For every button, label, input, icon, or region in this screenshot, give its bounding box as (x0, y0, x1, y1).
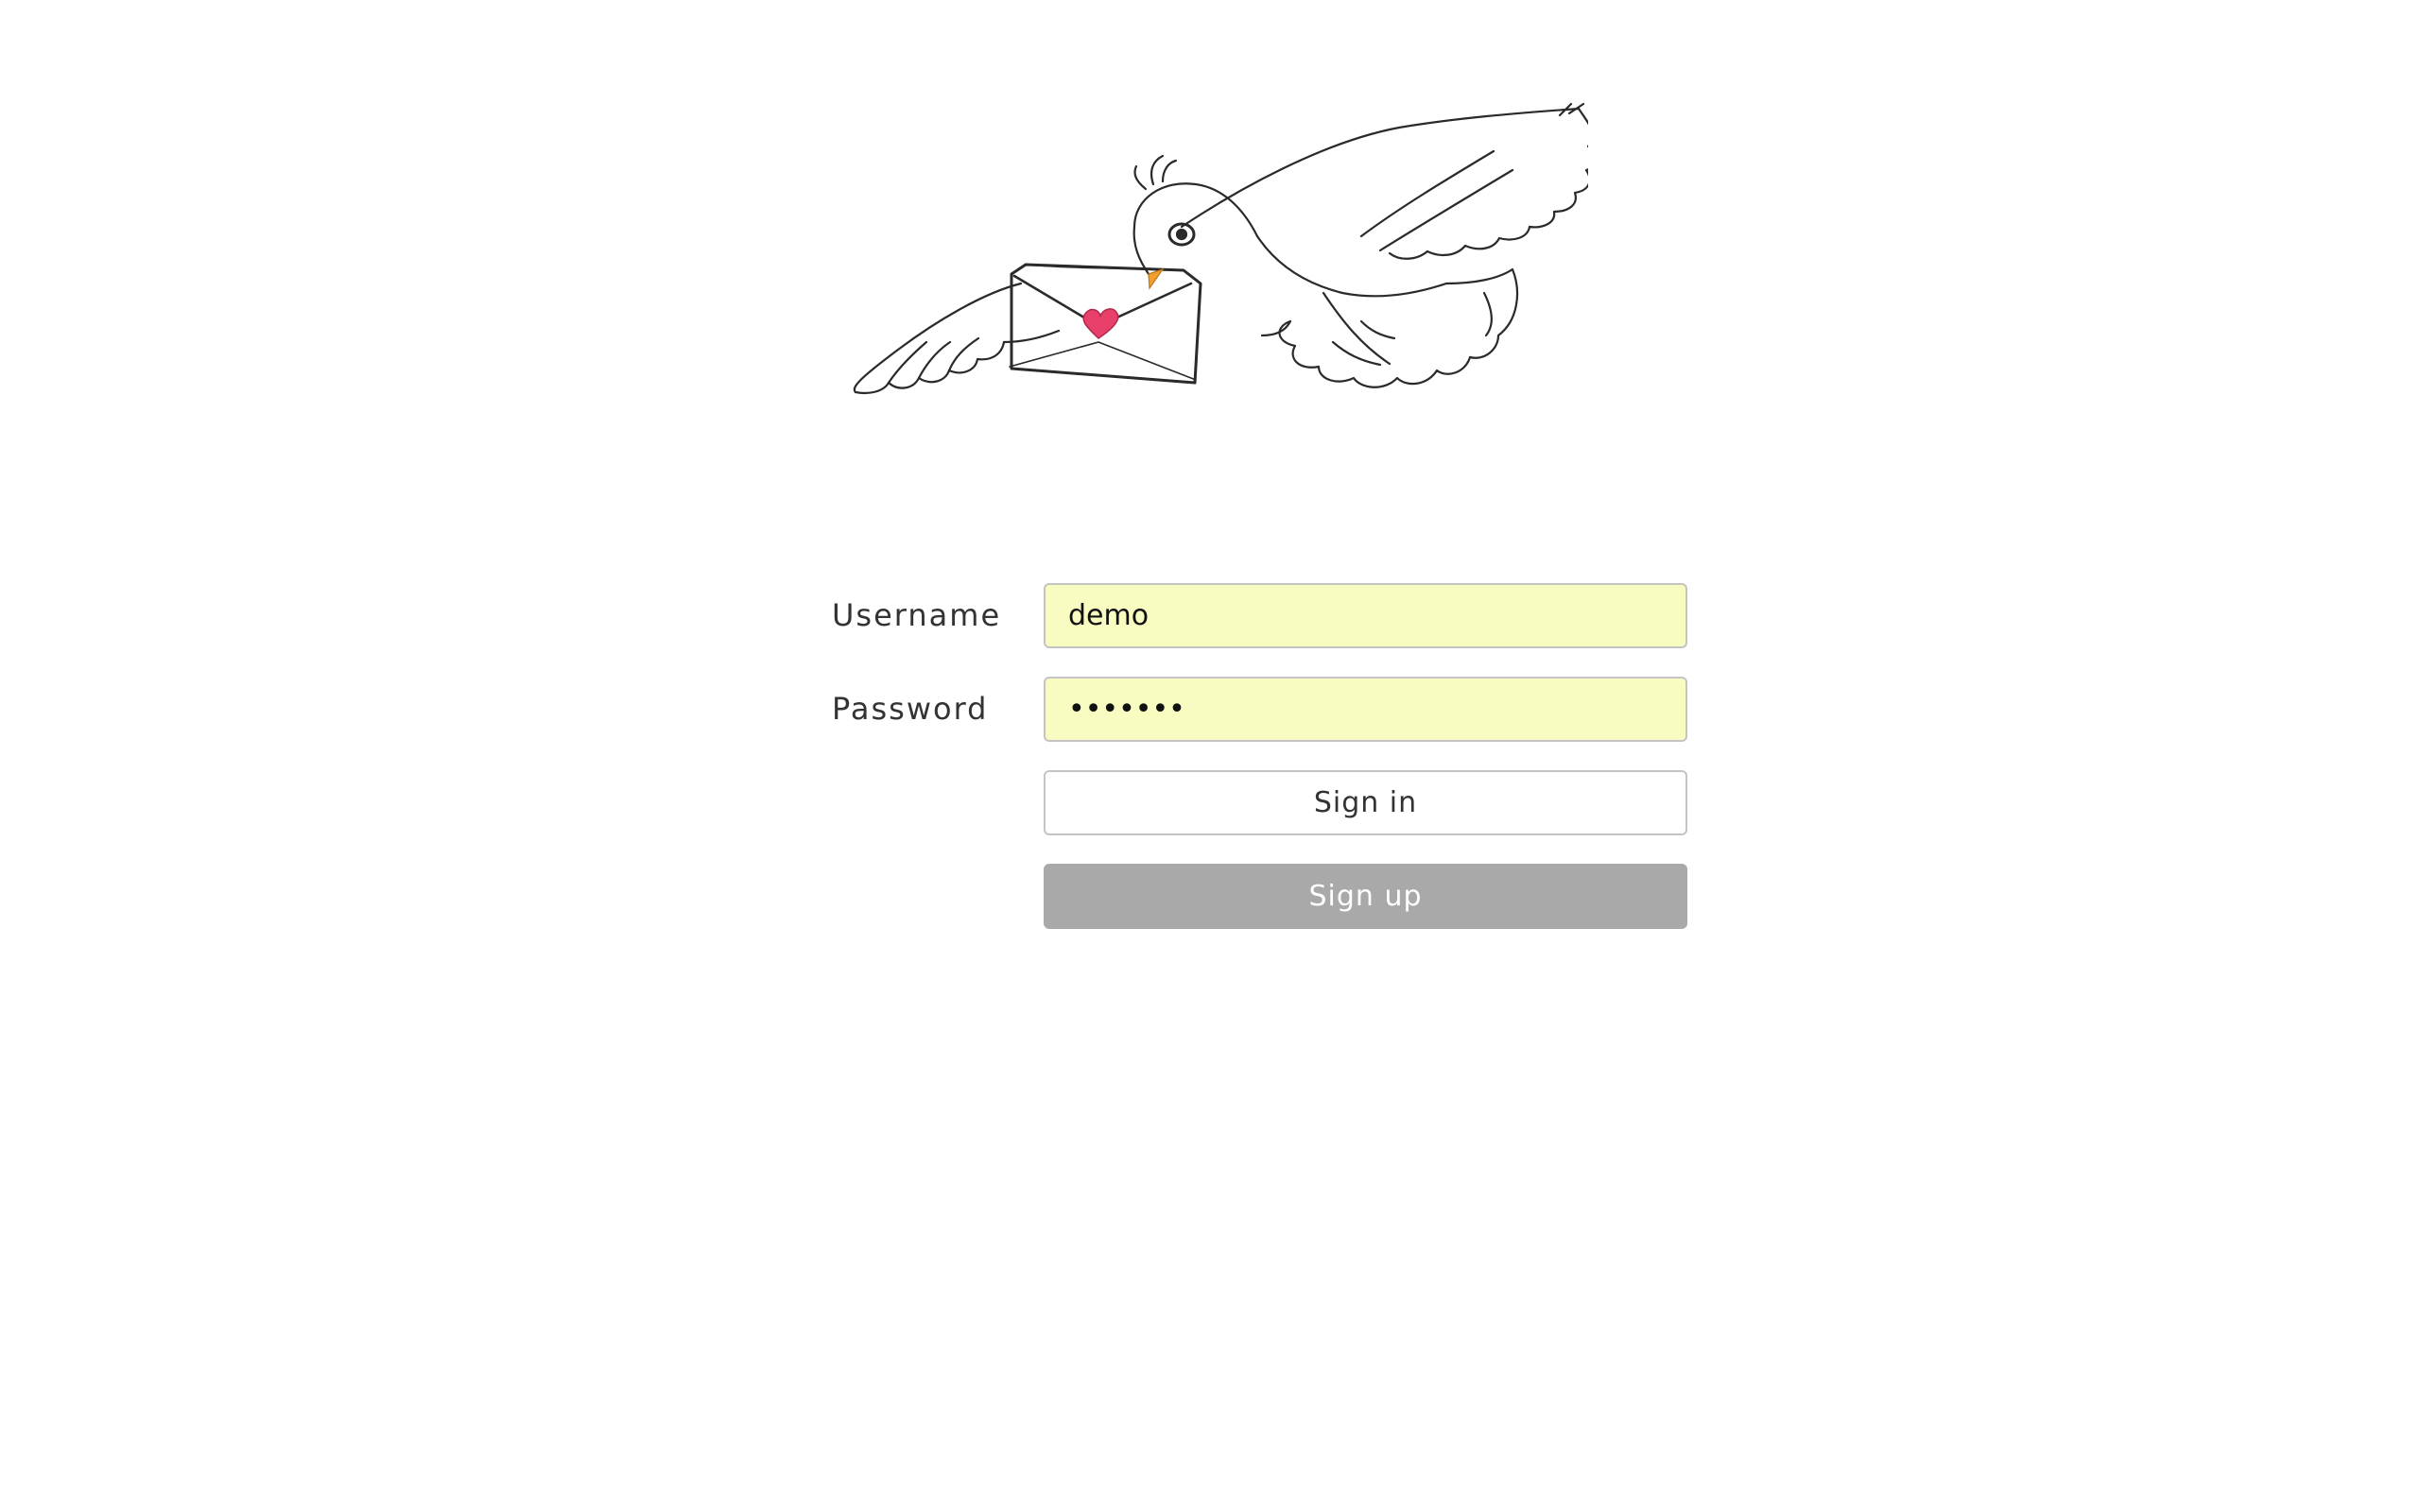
sign-in-button[interactable]: Sign in (1044, 770, 1687, 835)
heart-icon (1082, 308, 1119, 339)
login-page: Username Password Sign in Sign up (0, 0, 2420, 1512)
username-input[interactable] (1044, 583, 1687, 648)
login-form: Username Password Sign in Sign up (832, 583, 1687, 957)
beak-icon (1148, 267, 1165, 290)
password-input[interactable] (1044, 677, 1687, 742)
signup-row: Sign up (832, 864, 1687, 929)
logo (832, 94, 1588, 491)
dove-envelope-icon (853, 102, 1588, 395)
sign-up-button[interactable]: Sign up (1044, 864, 1687, 929)
username-row: Username (832, 583, 1687, 648)
signin-row: Sign in (832, 770, 1687, 835)
password-row: Password (832, 677, 1687, 742)
username-label: Username (832, 597, 1002, 633)
password-label: Password (832, 691, 989, 727)
